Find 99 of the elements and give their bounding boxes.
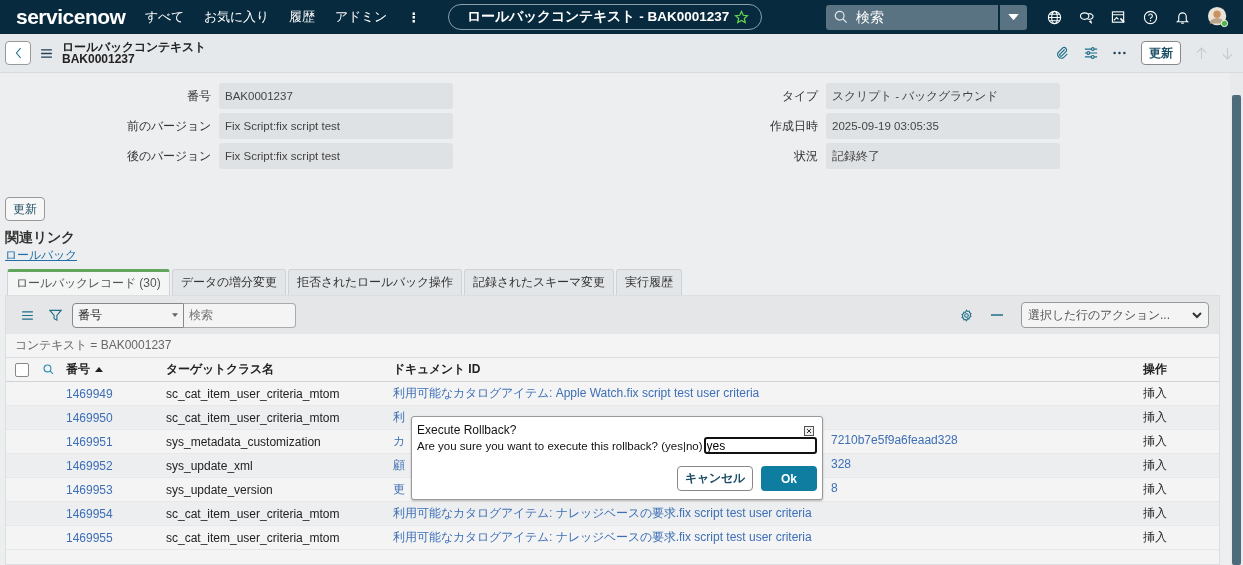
avatar[interactable] — [1207, 6, 1229, 28]
search-field[interactable]: 検索 — [826, 4, 998, 30]
table-cell: sc_cat_item_user_criteria_mtom — [166, 530, 340, 545]
sort-ascending-icon — [95, 367, 103, 372]
record-link[interactable]: 1469955 — [66, 530, 113, 545]
tab[interactable]: 記録されたスキーマ変更 — [463, 269, 614, 295]
field-label: 後のバージョン — [127, 147, 211, 165]
chat-icon[interactable] — [1079, 9, 1094, 25]
record-link[interactable]: 1469949 — [66, 386, 113, 401]
star-icon[interactable] — [734, 9, 750, 25]
more-menu[interactable]: ⋮ — [407, 9, 421, 25]
table-cell: sys_update_version — [166, 482, 273, 497]
column-header[interactable]: 操作 — [1143, 362, 1167, 376]
chevron-down-icon — [1192, 311, 1202, 319]
read-only-field[interactable]: 2025-09-19 03:05:35 — [826, 113, 1060, 139]
menu-icon[interactable] — [41, 48, 52, 58]
caret-icon — [172, 313, 178, 317]
close-icon[interactable] — [804, 426, 814, 436]
cancel-button[interactable]: キャンセル — [677, 466, 753, 491]
image-icon[interactable] — [1111, 9, 1126, 25]
search-scope-dropdown[interactable] — [999, 4, 1027, 30]
actions-select[interactable]: 選択した行のアクション... — [1021, 302, 1209, 328]
column-header[interactable]: ドキュメント ID — [393, 361, 481, 378]
record-link[interactable]: 1469954 — [66, 506, 113, 521]
record-link[interactable]: 1469950 — [66, 410, 113, 425]
table-cell: 挿入 — [1143, 386, 1167, 400]
field-label: 番号 — [187, 87, 211, 105]
column-header[interactable]: 番号 — [66, 361, 90, 378]
nav-menu-item[interactable]: アドミン — [335, 8, 388, 26]
read-only-field[interactable]: 記録終了 — [826, 143, 1060, 169]
context-title: ロールバックコンテキスト - BAK0001237 — [467, 8, 730, 26]
dialog-title: Execute Rollback? — [417, 423, 517, 437]
table-cell: 挿入 — [1143, 530, 1167, 544]
record-link[interactable]: 1469951 — [66, 434, 113, 449]
caret-icon — [1008, 13, 1019, 21]
column-header[interactable]: ターゲットクラス名 — [166, 362, 274, 376]
filter-icon[interactable] — [49, 308, 62, 322]
record-link[interactable]: 1469953 — [66, 482, 113, 497]
settings-sliders-icon[interactable] — [1084, 46, 1098, 60]
list-menu-icon[interactable] — [22, 310, 33, 320]
table-cell: sys_update_xml — [166, 458, 253, 473]
read-only-field[interactable]: Fix Script:fix script test — [219, 143, 453, 169]
answer-field[interactable]: yes — [703, 437, 817, 454]
field-label: 作成日時 — [770, 117, 818, 135]
nav-menu-item[interactable]: すべて — [145, 8, 185, 26]
search-icon — [834, 10, 848, 24]
read-only-field[interactable]: スクリプト - バックグラウンド — [826, 83, 1060, 109]
scrollbar[interactable] — [1230, 73, 1243, 565]
tab[interactable]: 実行履歴 — [615, 269, 682, 295]
field-label: タイプ — [782, 87, 818, 105]
nav-menu-item[interactable]: 履歴 — [289, 8, 316, 26]
list-search-field[interactable]: 検索 — [184, 302, 296, 328]
bell-icon[interactable] — [1175, 9, 1190, 25]
table-cell: sc_cat_item_user_criteria_mtom — [166, 386, 340, 401]
document-link[interactable]: 利用可能なカタログアイテム: Apple Watch.fix script test user criteria — [393, 385, 760, 402]
nav-menu-item[interactable]: お気に入り — [204, 8, 270, 26]
table-cell: 挿入 — [1143, 410, 1167, 424]
search-input[interactable]: 検索 — [854, 8, 988, 26]
paperclip-icon[interactable] — [1055, 46, 1069, 60]
select-all-checkbox[interactable] — [15, 362, 29, 377]
tab[interactable]: データの増分変更 — [171, 269, 286, 295]
read-only-field[interactable]: BAK0001237 — [219, 83, 453, 109]
more-icon[interactable] — [1113, 51, 1126, 55]
table-cell: sc_cat_item_user_criteria_mtom — [166, 410, 340, 425]
table-cell: 挿入 — [1143, 458, 1167, 472]
ok-button[interactable]: Ok — [761, 466, 817, 491]
breadcrumb[interactable]: コンテキスト = BAK0001237 — [15, 337, 172, 354]
related-links-heading: 関連リンク — [5, 229, 76, 246]
record-number: BAK0001237 — [62, 53, 136, 65]
update-button[interactable]: 更新 — [5, 197, 45, 221]
search-icon[interactable] — [43, 364, 54, 375]
rollback-link[interactable]: ロールバック — [5, 248, 77, 263]
update-button[interactable]: 更新 — [1141, 41, 1181, 65]
table-cell: sys_metadata_customization — [166, 434, 321, 449]
record-link[interactable]: 1469952 — [66, 458, 113, 473]
record-title: ロールバックコンテキスト — [62, 41, 206, 53]
table-cell: 挿入 — [1143, 506, 1167, 520]
gear-icon[interactable] — [960, 308, 973, 322]
table-cell: 挿入 — [1143, 434, 1167, 448]
chevron-left-icon — [14, 47, 22, 59]
document-link[interactable]: 利用可能なカタログアイテム: ナレッジベースの要求.fix script test user criteria — [393, 505, 812, 522]
table-cell: 挿入 — [1143, 482, 1167, 496]
help-icon[interactable] — [1143, 9, 1158, 25]
document-link[interactable]: 328 — [831, 457, 852, 474]
tab[interactable]: 拒否されたロールバック操作 — [287, 269, 462, 295]
field-label: 前のバージョン — [127, 117, 211, 135]
read-only-field[interactable]: Fix Script:fix script test — [219, 113, 453, 139]
back-button[interactable] — [5, 41, 31, 65]
dialog-message: Are you sure you want to execute this rollback? (yes|no) — [417, 439, 703, 452]
globe-icon[interactable] — [1047, 9, 1062, 25]
document-link[interactable]: 利用可能なカタログアイテム: ナレッジベースの要求.fix script test user criteria — [393, 529, 812, 546]
document-link[interactable]: 8 — [831, 481, 838, 498]
tab[interactable]: ロールバックレコード (30) — [7, 269, 170, 295]
document-link[interactable]: 利 — [393, 409, 405, 426]
field-select[interactable]: 番号 — [72, 302, 184, 328]
document-link[interactable]: 7210b7e5f9a6feaad328 — [831, 433, 958, 450]
field-label: 状況 — [794, 147, 818, 165]
table-cell: sc_cat_item_user_criteria_mtom — [166, 506, 340, 521]
logo[interactable]: servicenow — [16, 5, 126, 29]
